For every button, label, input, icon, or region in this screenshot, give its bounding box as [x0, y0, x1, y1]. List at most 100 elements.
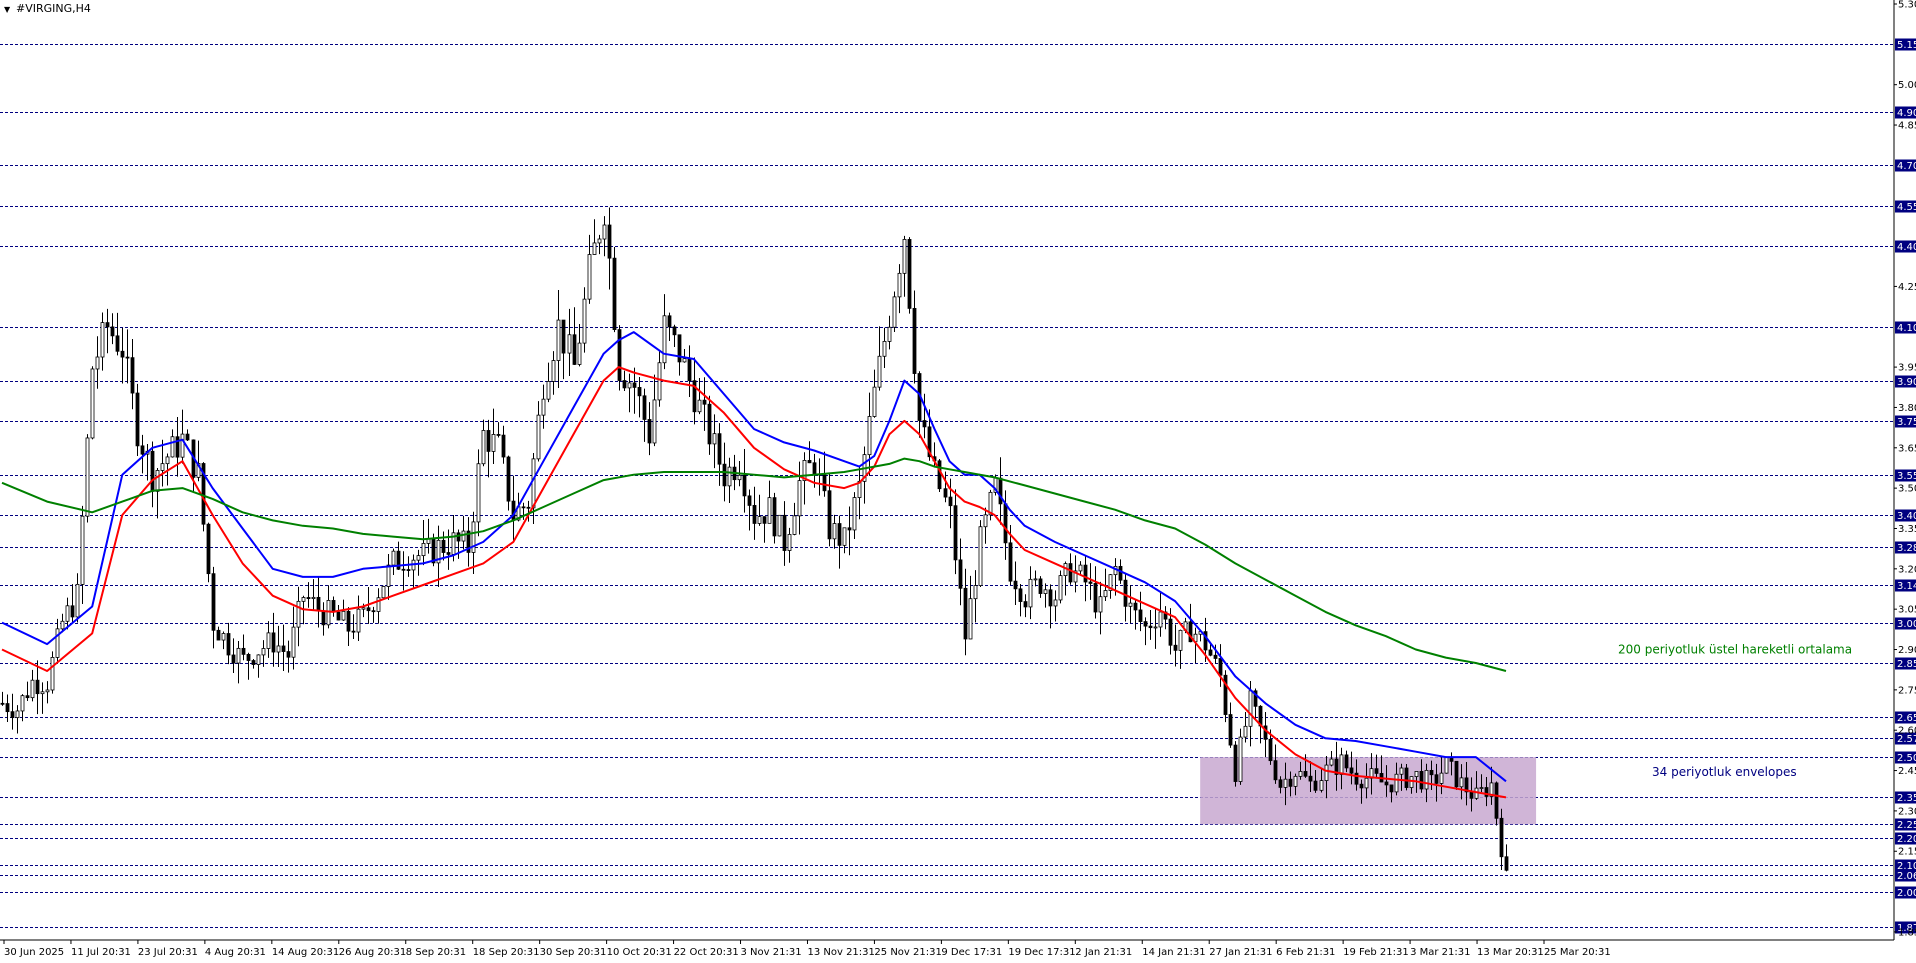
- candle-body: [1058, 575, 1063, 601]
- candle-body: [206, 523, 211, 575]
- x-tick-label: 2 Jan 21:31: [1075, 947, 1132, 958]
- candle-body: [587, 254, 592, 300]
- candle-body: [1158, 611, 1163, 628]
- x-tick-label: 27 Jan 21:31: [1209, 947, 1272, 958]
- candle-body: [351, 630, 356, 633]
- y-tick-label: 1.85: [1898, 927, 1916, 938]
- chart-menu-icon[interactable]: ▼: [4, 5, 11, 14]
- candle-body: [1399, 767, 1404, 775]
- candle-body: [481, 430, 486, 465]
- candle-body: [632, 382, 637, 388]
- candle-body: [1319, 780, 1324, 791]
- candle-body: [10, 711, 15, 719]
- candle-body: [40, 691, 45, 695]
- candle-body: [1298, 771, 1303, 777]
- candle-body: [416, 555, 421, 561]
- candle-body: [276, 645, 281, 653]
- candle-body: [1354, 772, 1359, 785]
- candle-body: [185, 433, 190, 441]
- price-level-label: 3.75: [1897, 417, 1916, 428]
- candle-body: [291, 626, 296, 658]
- moving-averages: [1, 331, 1507, 799]
- candle-body: [70, 605, 75, 618]
- candle-body: [1013, 580, 1018, 590]
- candle-body: [1499, 817, 1504, 858]
- candle-body: [135, 392, 140, 447]
- candle-body: [1349, 767, 1354, 774]
- price-level-label: 2.65: [1897, 713, 1916, 724]
- price-level-lines: [0, 44, 1894, 928]
- price-level-label: 2.35: [1897, 793, 1916, 804]
- x-tick-label: 22 Oct 20:31: [674, 947, 739, 958]
- candle-body: [501, 434, 506, 458]
- envelopes-annotation: 34 periyotluk envelopes: [1652, 765, 1797, 779]
- x-tick-label: 19 Dec 17:31: [1008, 947, 1075, 958]
- ema200-annotation: 200 periyotluk üstel hareketli ortalama: [1618, 643, 1852, 657]
- time-axis[interactable]: 30 Jun 2025 11 Jul 20:31 23 Jul 20:31 4 Aug…: [0, 939, 1894, 958]
- price-level-label: 2.20: [1897, 834, 1916, 845]
- candle-body: [115, 335, 120, 352]
- x-tick-label: 30 Sep 20:31: [540, 947, 607, 958]
- candle-body: [782, 514, 787, 551]
- candle-body: [381, 586, 386, 599]
- candle-body: [882, 340, 887, 357]
- candle-body: [622, 380, 627, 389]
- candle-body: [1053, 599, 1058, 607]
- candle-body: [75, 584, 80, 618]
- x-tick-label: 14 Aug 20:31: [272, 947, 339, 958]
- candle-body: [707, 403, 712, 445]
- candle-body: [80, 515, 85, 585]
- candle-body: [1033, 578, 1038, 581]
- x-tick-label: 13 Nov 21:31: [807, 947, 874, 958]
- chart-window[interactable]: 5.15 4.90 4.70 4.55 4.40 4.10 3.90 3.75 3.55 3.40…: [0, 0, 1916, 963]
- candle-body: [1243, 725, 1248, 738]
- price-level-label: 2.25: [1897, 820, 1916, 831]
- candle-body: [1404, 767, 1409, 788]
- candle-body: [662, 315, 667, 364]
- y-tick-label: 3.95: [1898, 363, 1916, 374]
- candle-body: [922, 420, 927, 428]
- x-tick-label: 11 Jul 20:31: [71, 947, 131, 958]
- candle-body: [236, 647, 241, 664]
- y-tick-label: 3.35: [1898, 524, 1916, 535]
- y-tick-label: 5.00: [1898, 80, 1916, 91]
- candle-body: [1003, 503, 1008, 544]
- price-level-label: 4.70: [1897, 161, 1916, 172]
- candle-body: [597, 238, 602, 244]
- candle-body: [907, 239, 912, 309]
- candle-body: [266, 632, 271, 649]
- candle-body: [827, 490, 832, 540]
- candle-body: [506, 456, 511, 502]
- candle-body: [155, 470, 160, 492]
- candle-body: [582, 298, 587, 344]
- candle-body: [687, 358, 692, 382]
- candle-body: [1288, 778, 1293, 787]
- candle-body: [772, 497, 777, 537]
- candle-body: [551, 360, 556, 382]
- candle-body: [1238, 736, 1243, 782]
- candle-body: [125, 356, 130, 359]
- symbol-header[interactable]: ▼ #VIRGING,H4: [4, 2, 91, 15]
- y-tick-label: 3.50: [1898, 484, 1916, 495]
- candle-body: [958, 559, 963, 589]
- candle-body: [1268, 738, 1273, 762]
- candle-body: [822, 474, 827, 492]
- candle-body: [1088, 581, 1093, 584]
- candle-body: [216, 629, 221, 641]
- candle-body: [431, 538, 436, 564]
- x-tick-label: 14 Jan 21:31: [1142, 947, 1205, 958]
- price-level-label: 3.00: [1897, 619, 1916, 630]
- candle-body: [607, 224, 612, 259]
- x-tick-label: 26 Aug 20:31: [339, 947, 406, 958]
- price-axis[interactable]: 5.15 4.90 4.70 4.55 4.40 4.10 3.90 3.75 3.55 3.40…: [1893, 0, 1916, 940]
- candle-body: [702, 399, 707, 405]
- candle-body: [1098, 596, 1103, 613]
- price-chart[interactable]: 5.15 4.90 4.70 4.55 4.40 4.10 3.90 3.75 3.55 3.40…: [0, 0, 1916, 963]
- x-tick-label: 6 Feb 21:31: [1276, 947, 1335, 958]
- candle-body: [887, 326, 892, 342]
- ema-line: [1, 366, 1507, 799]
- candle-body: [486, 430, 491, 452]
- candle-body: [1359, 783, 1364, 789]
- candle-body: [1429, 769, 1434, 776]
- candle-body: [1028, 578, 1033, 608]
